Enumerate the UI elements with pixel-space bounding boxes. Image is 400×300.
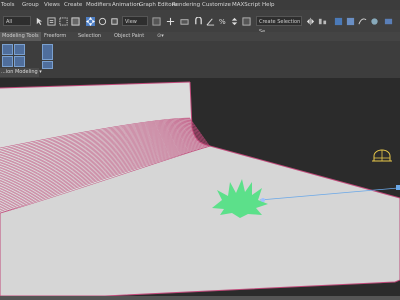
scene-explorer-icon[interactable] xyxy=(334,17,343,26)
light-helper-icon[interactable] xyxy=(372,149,392,162)
tab-object-paint[interactable]: Object Paint xyxy=(114,32,144,41)
selection-filter-dropdown[interactable]: All xyxy=(3,16,31,26)
tab-selection[interactable]: Selection xyxy=(78,32,101,41)
menu-animation[interactable]: Animation xyxy=(112,0,140,10)
menu-tools[interactable]: Tools xyxy=(1,0,15,10)
svg-text:%: % xyxy=(219,17,226,26)
window-crossing-icon[interactable] xyxy=(71,17,80,26)
align-icon[interactable] xyxy=(318,17,327,26)
ribbon-panel-label[interactable]: ...ion Modeling ▾ xyxy=(0,68,42,77)
menu-rendering[interactable]: Rendering xyxy=(172,0,200,10)
pivot-icon[interactable] xyxy=(152,17,161,26)
menu-views[interactable]: Views xyxy=(44,0,60,10)
menu-modifiers[interactable]: Modifiers xyxy=(86,0,111,10)
menu-customize[interactable]: Customize xyxy=(202,0,231,10)
collapse-stack-icon[interactable] xyxy=(42,44,53,60)
material-editor-icon[interactable] xyxy=(370,17,379,26)
rect-region-icon[interactable] xyxy=(59,17,68,26)
viewport-scene xyxy=(0,81,400,296)
edit-poly-icon[interactable] xyxy=(2,56,13,67)
snap-toggle-icon[interactable] xyxy=(194,17,203,26)
percent-snap-icon[interactable]: % xyxy=(218,17,227,26)
curve-editor-icon[interactable] xyxy=(358,17,367,26)
rotate-icon[interactable] xyxy=(98,17,107,26)
tab-freeform[interactable]: Freeform xyxy=(44,32,66,41)
mirror-icon[interactable] xyxy=(306,17,315,26)
main-toolbar: All View % Create Selection Se xyxy=(0,10,400,35)
ribbon-tabs: Modeling Tools Freeform Selection Object… xyxy=(0,32,400,41)
layer-explorer-icon[interactable] xyxy=(346,17,355,26)
scale-icon[interactable] xyxy=(110,17,119,26)
ribbon-panel: ...ion Modeling ▾ xyxy=(0,41,400,79)
select-by-name-icon[interactable] xyxy=(47,17,56,26)
spinner-snap-icon[interactable] xyxy=(230,17,239,26)
select-object-icon[interactable] xyxy=(35,17,44,26)
camera-target-marker[interactable] xyxy=(396,185,400,190)
tab-modeling-tools[interactable]: Modeling Tools xyxy=(0,32,41,41)
menu-maxscript[interactable]: MAXScript xyxy=(232,0,260,10)
menu-bar: Tools Group Views Create Modifiers Anima… xyxy=(0,0,400,10)
named-selection-input[interactable]: Create Selection Se xyxy=(256,16,302,35)
modify-mode-icon[interactable] xyxy=(14,44,25,55)
render-setup-icon[interactable] xyxy=(384,17,393,26)
ribbon-panel-label-text: ...ion Modeling xyxy=(1,69,38,75)
polygon-modeling-icon[interactable] xyxy=(2,44,13,55)
subobject-icon[interactable] xyxy=(14,56,25,67)
ribbon-options-icon[interactable]: ⊙▾ xyxy=(157,32,164,41)
perspective-viewport[interactable] xyxy=(0,78,400,296)
select-manipulate-icon[interactable] xyxy=(166,17,175,26)
menu-help[interactable]: Help xyxy=(262,0,275,10)
edit-named-selection-icon[interactable] xyxy=(242,17,251,26)
menu-create[interactable]: Create xyxy=(64,0,82,10)
menu-group[interactable]: Group xyxy=(22,0,39,10)
toggle-mode-icon[interactable] xyxy=(42,61,53,69)
status-bar xyxy=(0,296,400,300)
angle-snap-icon[interactable] xyxy=(206,17,215,26)
move-icon[interactable] xyxy=(86,17,95,26)
reference-coord-dropdown[interactable]: View xyxy=(122,16,148,26)
keyboard-shortcut-icon[interactable] xyxy=(180,17,189,26)
